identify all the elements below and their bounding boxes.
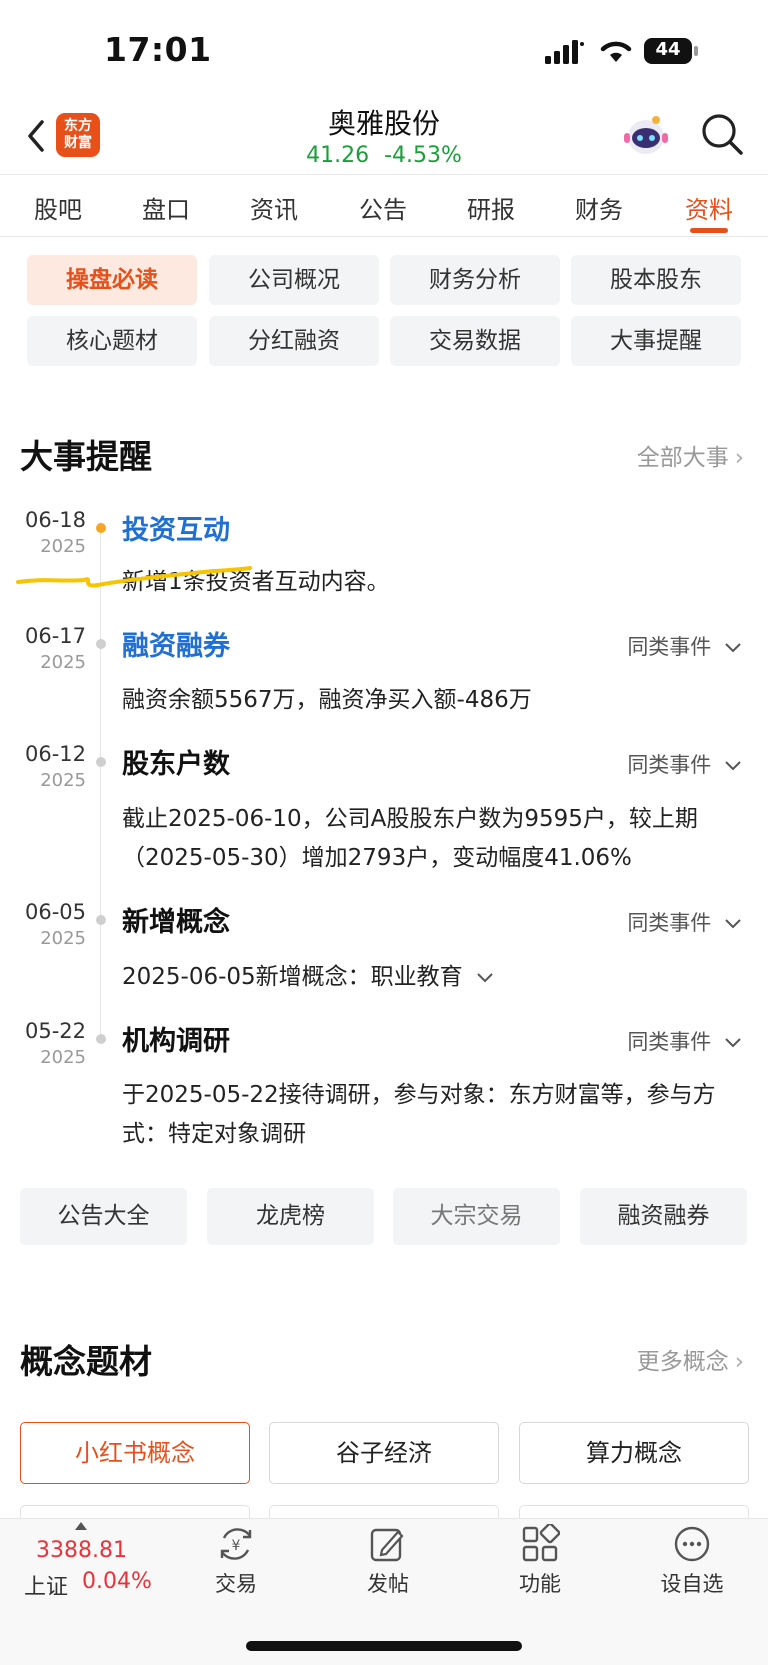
event-title[interactable]: 机构调研	[122, 1019, 230, 1058]
chevron-right-icon: ›	[734, 1349, 744, 1375]
tab-news[interactable]: 资讯	[224, 190, 324, 225]
event-description: 融资余额5567万，融资净买入额-486万	[122, 687, 532, 713]
home-indicator	[246, 1641, 522, 1651]
tab-finance[interactable]: 财务	[549, 190, 649, 225]
ai-assistant-icon[interactable]	[622, 113, 670, 159]
event-date: 06-05	[24, 900, 86, 924]
timeline-dot	[96, 1034, 106, 1044]
event-description-text: 2025-06-05新增概念：职业教育	[122, 964, 463, 990]
submenu-core-themes[interactable]: 核心题材	[27, 316, 197, 366]
chevron-down-icon	[725, 643, 741, 653]
submenu-financial-analysis[interactable]: 财务分析	[390, 255, 560, 305]
more-concepts-link[interactable]: 更多概念 ›	[637, 1342, 744, 1376]
more-icon[interactable]	[672, 1524, 712, 1564]
header-divider	[0, 174, 768, 175]
search-icon[interactable]	[700, 112, 744, 156]
tabs-divider	[0, 236, 768, 237]
event-date: 06-18	[24, 508, 86, 532]
grid-icon[interactable]	[520, 1524, 560, 1564]
caret-up-icon	[75, 1522, 87, 1530]
index-name[interactable]: 上证	[24, 1569, 68, 1601]
event-year: 2025	[40, 652, 86, 673]
stock-change: -4.53%	[384, 143, 462, 168]
margin-trading-button[interactable]: 融资融券	[580, 1188, 747, 1245]
timeline-dot	[96, 523, 106, 533]
trade-icon[interactable]: ¥	[216, 1524, 256, 1564]
more-concepts-label: 更多概念	[636, 1349, 729, 1375]
concept-chip-partial	[269, 1505, 499, 1519]
concept-chip-partial	[20, 1505, 250, 1519]
nav-functions[interactable]: 功能	[490, 1568, 590, 1598]
dragon-tiger-list-button[interactable]: 龙虎榜	[207, 1188, 374, 1245]
similar-events-label: 同类事件	[627, 1030, 712, 1054]
svg-text:¥: ¥	[232, 1538, 241, 1554]
post-icon[interactable]	[368, 1524, 408, 1564]
chevron-down-icon	[725, 919, 741, 929]
concept-chip-partial	[519, 1505, 749, 1519]
similar-events-toggle[interactable]: 同类事件	[627, 749, 742, 779]
timeline-dot	[96, 639, 106, 649]
event-description: 于2025-05-22接待调研，参与对象：东方财富等，参与方式：特定对象调研	[122, 1082, 716, 1147]
event-date: 06-17	[24, 624, 86, 648]
concepts-section-title: 概念题材	[20, 1342, 152, 1381]
concept-chip[interactable]: 算力概念	[519, 1422, 749, 1484]
cellular-signal-icon	[545, 40, 584, 64]
event-description: 截止2025-06-10，公司A股股东户数为9595户，较上期（2025-05-…	[122, 806, 698, 871]
yellow-scribble-mark	[16, 566, 252, 588]
event-year: 2025	[40, 536, 86, 557]
event-title[interactable]: 新增概念	[122, 900, 230, 939]
event-description[interactable]: 2025-06-05新增概念：职业教育	[122, 958, 494, 997]
tab-announcements[interactable]: 公告	[333, 190, 433, 225]
announcements-all-button[interactable]: 公告大全	[20, 1188, 187, 1245]
stock-price: 41.26	[306, 143, 370, 168]
all-events-link[interactable]: 全部大事 ›	[637, 438, 744, 472]
tab-profile[interactable]: 资料	[659, 190, 759, 225]
event-date: 05-22	[24, 1019, 86, 1043]
similar-events-toggle[interactable]: 同类事件	[627, 1026, 742, 1056]
chevron-down-icon	[477, 973, 493, 983]
event-year: 2025	[40, 1047, 86, 1068]
submenu-company-overview[interactable]: 公司概况	[209, 255, 379, 305]
index-value[interactable]: 3388.81	[36, 1538, 127, 1563]
similar-events-toggle[interactable]: 同类事件	[627, 907, 742, 937]
similar-events-label: 同类事件	[627, 911, 712, 935]
timeline-line	[100, 522, 101, 1036]
similar-events-label: 同类事件	[627, 753, 712, 777]
chevron-down-icon	[725, 1038, 741, 1048]
submenu-trading-must-read[interactable]: 操盘必读	[27, 255, 197, 305]
tab-pankou[interactable]: 盘口	[116, 190, 216, 225]
similar-events-toggle[interactable]: 同类事件	[627, 631, 742, 661]
event-title[interactable]: 股东户数	[122, 742, 230, 781]
nav-add-watchlist[interactable]: 设自选	[642, 1568, 742, 1598]
block-trade-button[interactable]: 大宗交易	[393, 1188, 560, 1245]
battery-icon: 44	[644, 37, 700, 65]
event-year: 2025	[40, 928, 86, 949]
active-tab-indicator	[690, 228, 728, 233]
submenu-dividends-financing[interactable]: 分红融资	[209, 316, 379, 366]
nav-trade[interactable]: 交易	[186, 1568, 286, 1598]
submenu-trading-data[interactable]: 交易数据	[390, 316, 560, 366]
wifi-icon	[600, 41, 632, 62]
concept-chip[interactable]: 小红书概念	[20, 1422, 250, 1484]
event-title[interactable]: 融资融券	[122, 624, 230, 663]
chevron-down-icon	[725, 761, 741, 771]
index-change[interactable]: 0.04%	[82, 1569, 152, 1594]
submenu-shareholders[interactable]: 股本股东	[571, 255, 741, 305]
concept-chip[interactable]: 谷子经济	[269, 1422, 499, 1484]
event-title[interactable]: 投资互动	[122, 508, 230, 547]
timeline-dot	[96, 757, 106, 767]
battery-level: 44	[655, 39, 681, 60]
tab-research[interactable]: 研报	[441, 190, 541, 225]
timeline-dot	[96, 915, 106, 925]
submenu-event-reminders[interactable]: 大事提醒	[571, 316, 741, 366]
status-time: 17:01	[104, 30, 212, 69]
chevron-right-icon: ›	[734, 445, 744, 471]
all-events-label: 全部大事	[636, 445, 729, 471]
tab-guba[interactable]: 股吧	[8, 190, 108, 225]
similar-events-label: 同类事件	[627, 635, 712, 659]
nav-post[interactable]: 发帖	[338, 1568, 438, 1598]
event-year: 2025	[40, 770, 86, 791]
event-date: 06-12	[24, 742, 86, 766]
events-section-title: 大事提醒	[20, 437, 152, 476]
